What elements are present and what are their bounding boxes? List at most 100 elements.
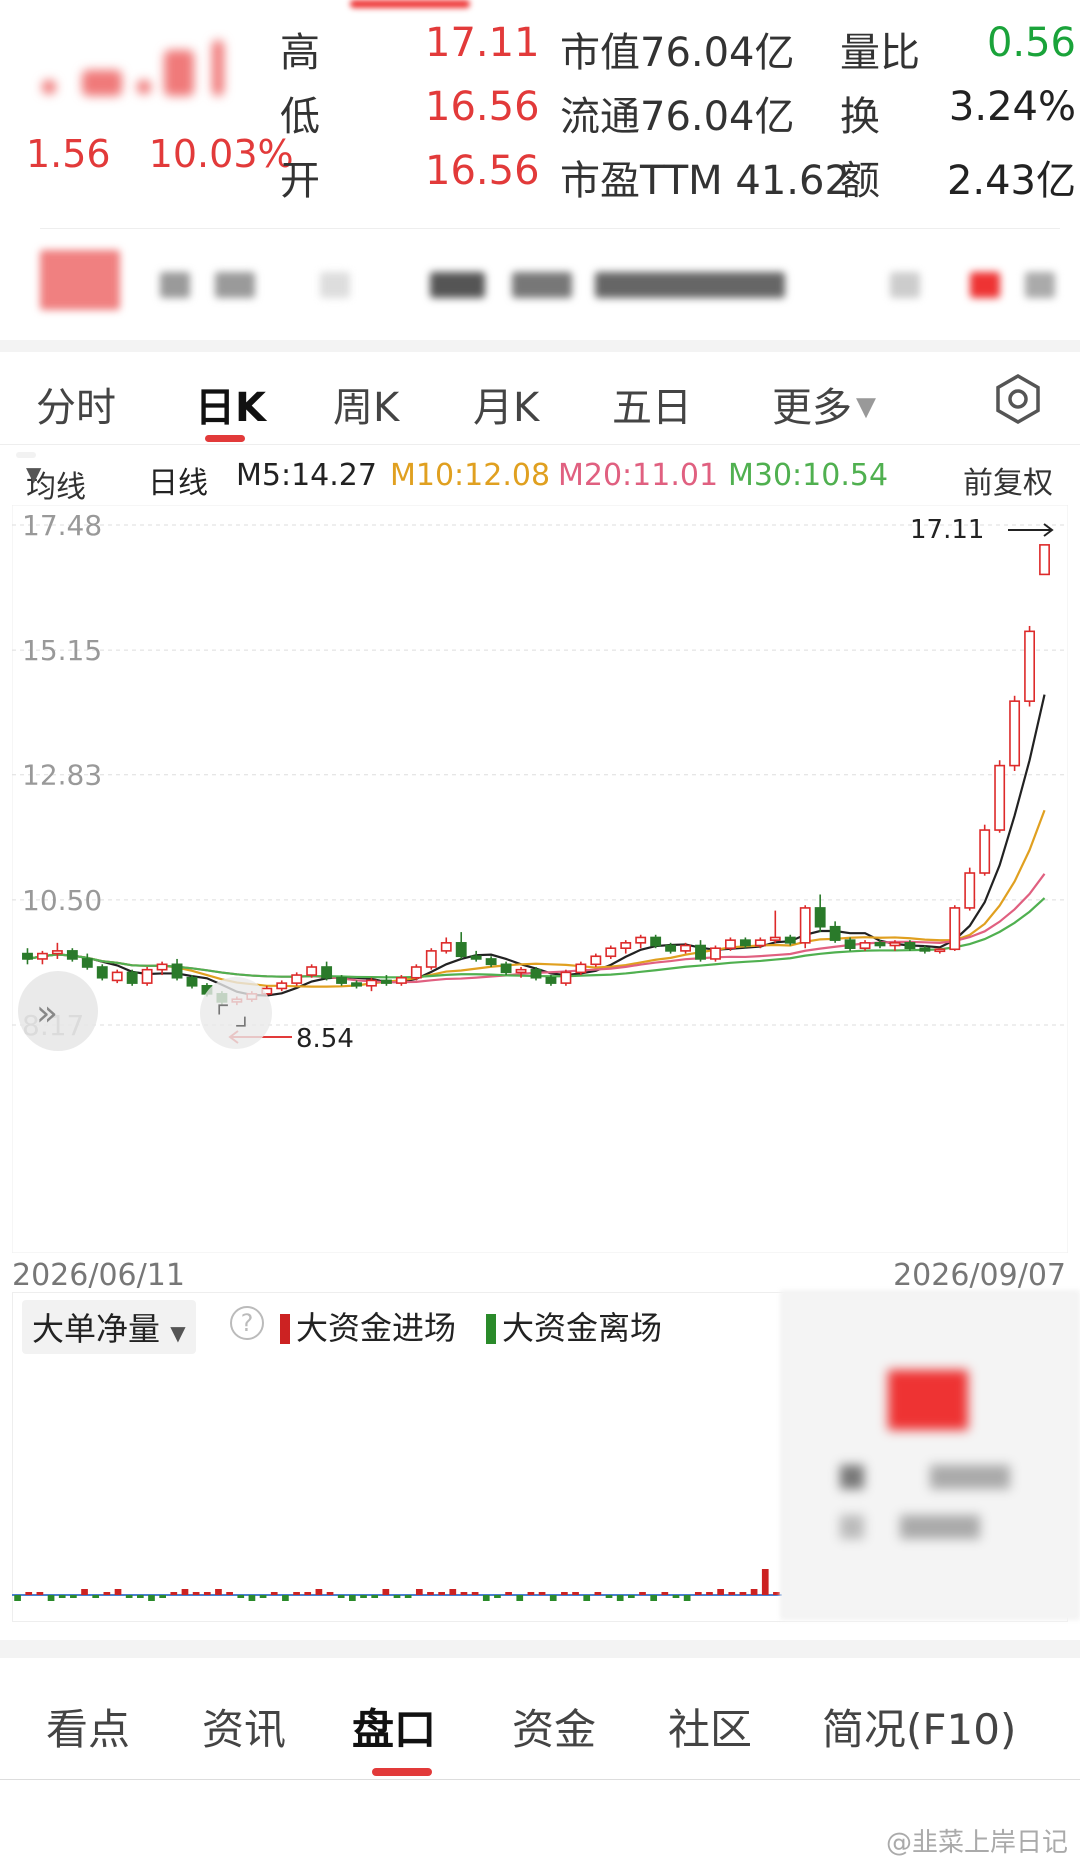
tab-highlights[interactable]: 看点 (46, 1696, 130, 1757)
ma-select[interactable]: 均线 ▼ (16, 452, 86, 505)
flow-bar-in (728, 1592, 736, 1595)
flow-bar-in (449, 1589, 457, 1595)
pe-ttm: 市盈TTM 41.62 (560, 158, 850, 204)
chart-frame (12, 505, 1068, 1253)
tab-order-book[interactable]: 盘口 (352, 1696, 436, 1757)
y-tick-label: 12.83 (22, 759, 102, 792)
help-icon[interactable]: ? (230, 1306, 264, 1340)
candle-body (366, 979, 377, 987)
line-type[interactable]: 日线 (148, 458, 208, 502)
flow-bar-in (315, 1589, 323, 1595)
flow-bar-in (706, 1592, 713, 1595)
fund-flow-select[interactable]: 大单净量 ▼ (22, 1300, 196, 1354)
flow-bar-in (415, 1589, 423, 1595)
candle-body (844, 939, 856, 950)
flow-bar-out (125, 1595, 133, 1598)
kline-chart[interactable]: 17.4815.1512.8310.508.17 17.11 8.54 » ⌜⌟ (12, 505, 1068, 1253)
ma10-value: M10:12.08 (390, 458, 551, 493)
x-axis-start-date: 2026/06/11 (12, 1258, 185, 1293)
flow-bar-in (170, 1592, 178, 1595)
flow-bar-in (304, 1592, 312, 1595)
candle-body (141, 968, 153, 984)
turnover-value: 3.24% (948, 84, 1076, 130)
flow-bar-in (270, 1592, 278, 1595)
tab-profile-f10[interactable]: 简况(F10) (822, 1696, 1016, 1757)
flow-bar-out (92, 1595, 100, 1598)
crosshair-button[interactable]: ⌜⌟ (200, 977, 272, 1049)
candle-body (724, 939, 736, 950)
open-label: 开 (280, 158, 320, 204)
flow-bar-in (215, 1589, 222, 1595)
tab-funds[interactable]: 资金 (512, 1696, 596, 1757)
candle-body (455, 942, 467, 958)
candle-body (291, 974, 303, 984)
flow-bar-in (661, 1592, 669, 1595)
candle-body (485, 958, 497, 966)
fund-flow-bars (12, 1569, 782, 1601)
flow-bar-out (650, 1595, 658, 1601)
tab-news[interactable]: 资讯 (202, 1696, 286, 1757)
flow-bar-out (683, 1595, 691, 1601)
last-price-blurred (42, 40, 224, 118)
section-gap (0, 1640, 1080, 1658)
candle-body (949, 907, 961, 951)
amount-value: 2.43亿 (946, 158, 1076, 204)
ma30-value: M30:10.54 (728, 458, 889, 493)
blurred-overlay (780, 1290, 1080, 1620)
active-tab-indicator (372, 1768, 432, 1776)
tab-intraday[interactable]: 分时 (36, 375, 116, 433)
flow-bar-in (527, 1592, 535, 1595)
flow-bar-out (47, 1595, 55, 1601)
tab-weekly-k[interactable]: 周K (333, 375, 399, 433)
candle-body (380, 979, 392, 984)
outflow-swatch (486, 1314, 496, 1344)
flow-bar-in (538, 1592, 546, 1595)
candle-body (739, 939, 751, 947)
candle-body (96, 966, 108, 979)
candle-body (575, 963, 587, 974)
active-tab-indicator (205, 435, 245, 442)
turnover-label: 换 (840, 94, 880, 140)
tab-daily-k[interactable]: 日K (195, 375, 266, 433)
candle-body (605, 947, 617, 958)
y-tick-label: 15.15 (22, 634, 102, 667)
watermark: @韭菜上岸日记 (885, 1828, 1068, 1858)
expand-chart-button[interactable]: » (18, 971, 98, 1051)
tab-more[interactable]: 更多 ▼ (772, 375, 876, 433)
quote-header: 1.56 10.03% 高 17.11 市值76.04亿 量比 0.56 低 1… (0, 0, 1080, 225)
tab-monthly-k[interactable]: 月K (473, 375, 539, 433)
settings-icon[interactable] (992, 373, 1044, 425)
tab-five-day[interactable]: 五日 (612, 375, 692, 433)
header-red-blur (350, 0, 470, 8)
flow-bar-out (58, 1595, 66, 1598)
candle-body (1009, 700, 1021, 767)
flow-bar-out (349, 1595, 356, 1601)
candle-body (530, 968, 542, 979)
section-gap (0, 340, 1080, 352)
flow-bar-out (549, 1595, 557, 1601)
candle-body (934, 948, 946, 953)
candle-body (979, 829, 991, 874)
flow-bar-in (572, 1592, 579, 1595)
flow-bar-in (694, 1592, 702, 1595)
candle-body (904, 942, 916, 950)
volume-ratio-label: 量比 (840, 30, 920, 76)
candle-body (276, 982, 288, 990)
period-tabs: 分时 日K 周K 月K 五日 更多 ▼ (0, 355, 1080, 445)
candle-body (650, 936, 662, 947)
flow-bar-out (494, 1595, 501, 1598)
candle-body (351, 982, 362, 987)
y-tick-label: 17.48 (22, 509, 102, 542)
candle-body (321, 966, 333, 979)
flow-bar-in (114, 1589, 122, 1595)
candle-body (66, 950, 78, 960)
chevron-down-icon: ▼ (856, 392, 876, 422)
adjust-mode[interactable]: 前复权 (963, 458, 1053, 502)
tab-community[interactable]: 社区 (668, 1696, 752, 1757)
flow-bar-out (259, 1595, 267, 1598)
flow-bar-out (516, 1595, 524, 1601)
flow-bar-in (505, 1592, 512, 1595)
candle-body (590, 955, 602, 966)
candle-body (1039, 544, 1050, 576)
candle-body (919, 947, 931, 952)
